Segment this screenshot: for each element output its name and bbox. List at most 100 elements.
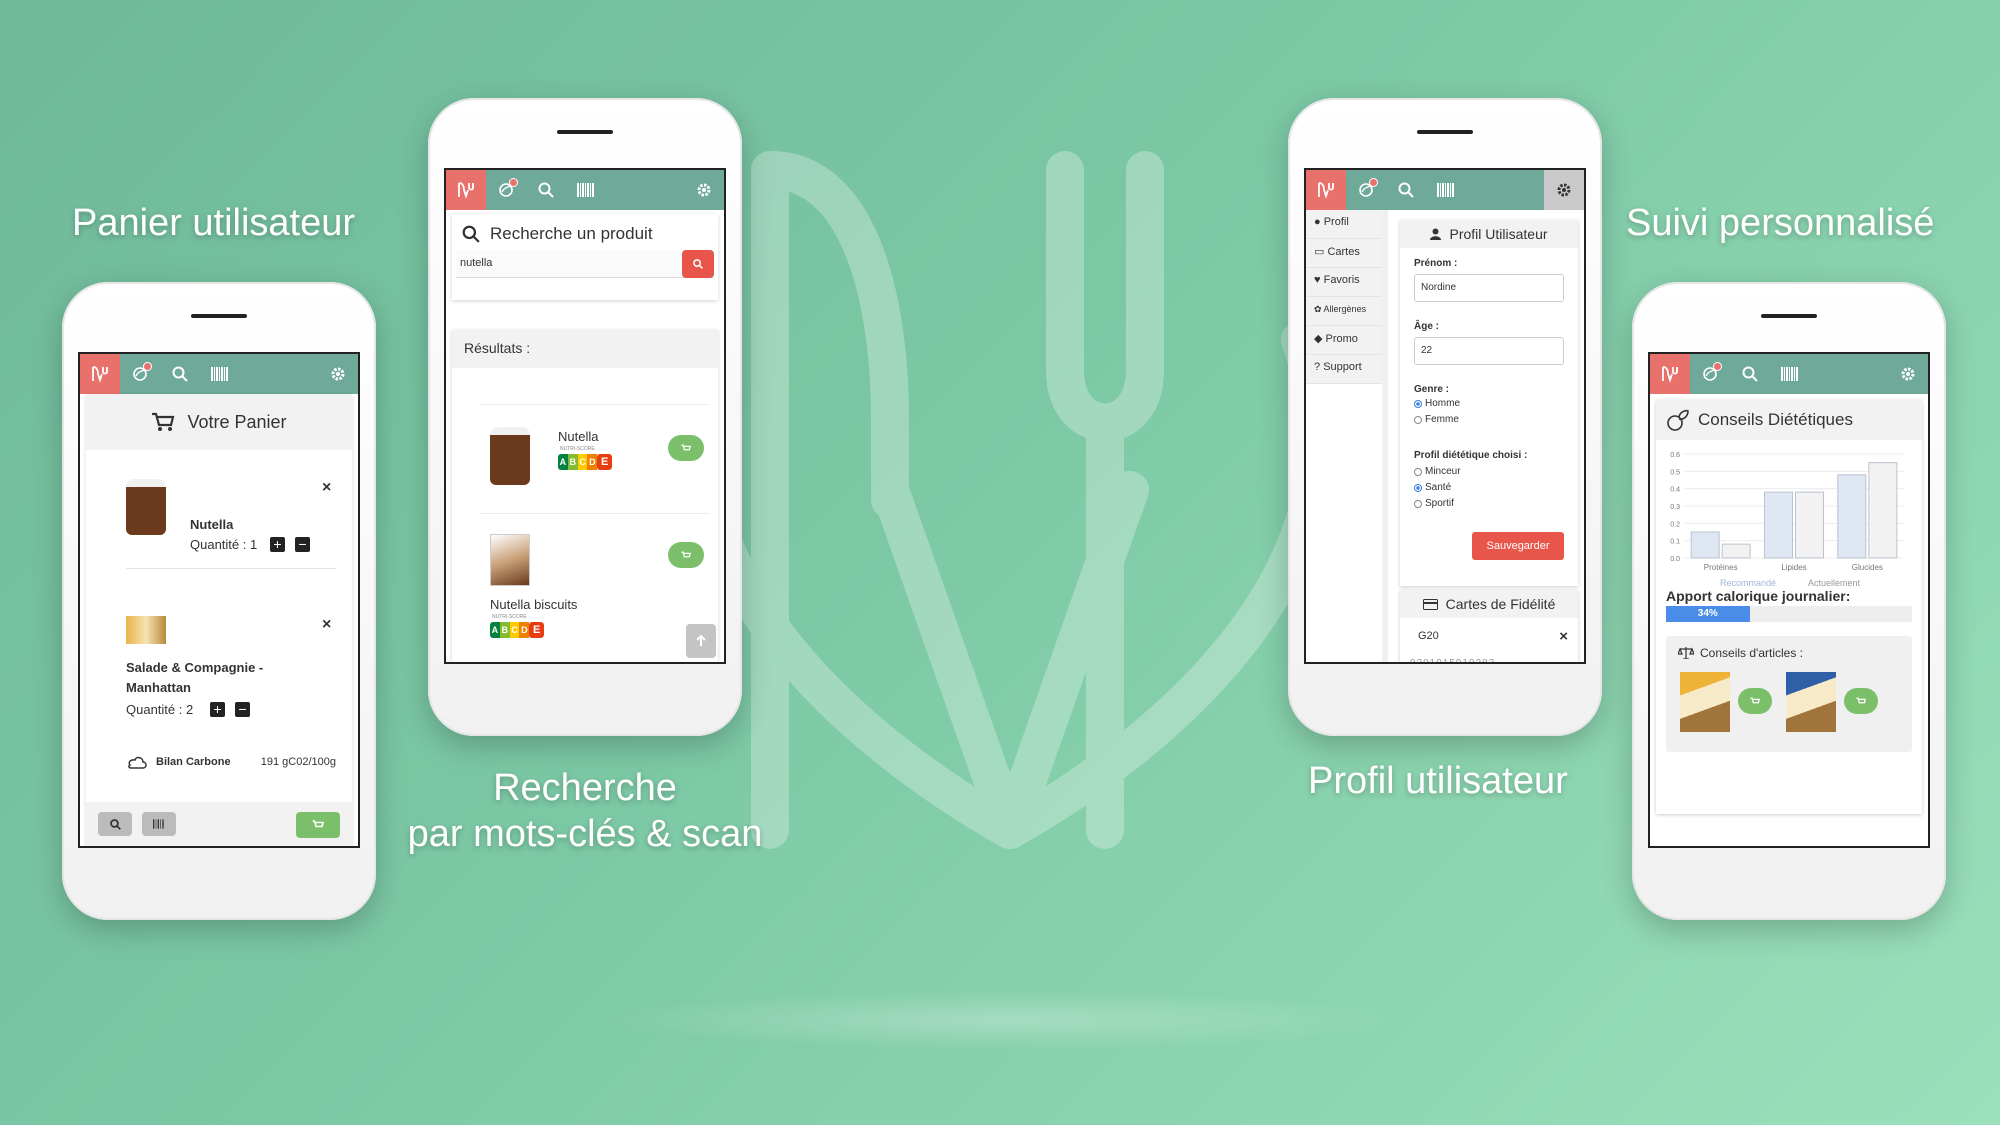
allergen-notifications[interactable] xyxy=(486,170,526,210)
cart-item: Nutella Quantité : 1 + − × xyxy=(126,479,336,569)
barcode-tab[interactable] xyxy=(1426,170,1466,210)
advised-product-image xyxy=(1786,672,1836,732)
settings-tab[interactable] xyxy=(1888,354,1928,394)
settings-side-menu: ● Profil ▭ Cartes ♥ Favoris ✿ Allergènes… xyxy=(1306,210,1388,662)
product-image-nutella xyxy=(126,479,166,535)
save-button[interactable]: Sauvegarder xyxy=(1472,532,1564,560)
legend-entry: Actuellement xyxy=(1808,578,1861,586)
cart-header: Votre Panier xyxy=(86,394,352,450)
arrow-up-icon xyxy=(696,635,706,646)
profile-form-header: Profil Utilisateur xyxy=(1400,220,1578,248)
settings-tab[interactable] xyxy=(684,170,724,210)
card-number: 9201015919382 xyxy=(1410,658,1496,664)
cart-title: Votre Panier xyxy=(187,411,287,432)
scroll-to-top-button[interactable] xyxy=(686,624,716,658)
app-logo-tab[interactable] xyxy=(1650,354,1690,394)
results-header: Résultats : xyxy=(452,330,718,368)
notification-badge xyxy=(1713,362,1722,371)
checkout-cart-button[interactable] xyxy=(296,812,340,838)
remove-item-button[interactable]: × xyxy=(322,479,331,497)
notification-badge xyxy=(143,362,152,371)
gear-icon xyxy=(331,367,345,381)
screen-panier: Votre Panier Nutella Quantité : 1 + − × … xyxy=(78,352,360,848)
menu-item-favoris[interactable]: ♥ Favoris xyxy=(1306,268,1382,297)
app-logo-tab[interactable] xyxy=(80,354,120,394)
article-advice-box: Conseils d'articles : xyxy=(1666,636,1912,752)
age-field[interactable]: 22 xyxy=(1414,337,1564,365)
menu-item-profil[interactable]: ● Profil xyxy=(1306,210,1382,239)
result-item[interactable]: Nutella biscuits NUTRI-SCORE ABCDE xyxy=(480,514,710,644)
phone-speaker xyxy=(557,130,613,134)
diet-option-sportif[interactable]: Sportif xyxy=(1414,498,1454,509)
scan-button[interactable] xyxy=(142,812,176,836)
app-logo-tab[interactable] xyxy=(1306,170,1346,210)
bottom-action-bar xyxy=(86,802,352,846)
search-input[interactable]: nutella xyxy=(456,250,714,278)
barcode-icon xyxy=(153,819,164,829)
radio-icon xyxy=(1414,415,1422,424)
add-to-cart-button[interactable] xyxy=(668,542,704,568)
search-tab[interactable] xyxy=(1730,354,1770,394)
app-logo-icon xyxy=(458,182,474,199)
search-tab[interactable] xyxy=(526,170,566,210)
menu-item-support[interactable]: ? Support xyxy=(1306,355,1382,384)
barcode-icon xyxy=(1781,367,1798,381)
carbon-value: 191 gC02/100g xyxy=(260,756,336,768)
bar xyxy=(1837,474,1867,559)
allergen-notifications[interactable] xyxy=(120,354,160,394)
diet-label: Profil diététique choisi : xyxy=(1414,450,1528,461)
menu-item-promo[interactable]: ◆ Promo xyxy=(1306,326,1382,355)
menu-item-allergenes[interactable]: ✿ Allergènes xyxy=(1306,297,1382,326)
search-submit-button[interactable] xyxy=(682,250,714,278)
cart-icon xyxy=(312,820,324,828)
genre-option-homme[interactable]: Homme xyxy=(1414,398,1460,409)
add-to-cart-button[interactable] xyxy=(1738,688,1772,714)
diet-option-minceur[interactable]: Minceur xyxy=(1414,466,1461,477)
prenom-field[interactable]: Nordine xyxy=(1414,274,1564,302)
decrease-quantity-button[interactable]: − xyxy=(235,702,250,717)
genre-option-femme[interactable]: Femme xyxy=(1414,414,1459,425)
remove-item-button[interactable]: × xyxy=(322,616,331,634)
product-image-nutella-biscuits xyxy=(490,534,530,586)
settings-tab[interactable] xyxy=(318,354,358,394)
screen-profil: ● Profil ▭ Cartes ♥ Favoris ✿ Allergènes… xyxy=(1304,168,1586,664)
add-to-cart-button[interactable] xyxy=(668,435,704,461)
y-tick-label: 0.0 xyxy=(1670,556,1680,563)
menu-item-cartes[interactable]: ▭ Cartes xyxy=(1306,239,1382,268)
notification-badge xyxy=(1369,178,1378,187)
advised-product-image xyxy=(1680,672,1730,732)
barcode-tab[interactable] xyxy=(200,354,240,394)
nutri-caption: NUTRI-SCORE xyxy=(492,614,527,620)
barcode-tab[interactable] xyxy=(566,170,606,210)
search-panel: Recherche un produit nutella xyxy=(452,214,718,300)
age-label: Âge : xyxy=(1414,321,1439,332)
barcode-tab[interactable] xyxy=(1770,354,1810,394)
search-icon xyxy=(693,259,703,269)
diet-option-sante[interactable]: Santé xyxy=(1414,482,1451,493)
result-item[interactable]: Nutella NUTRI-SCORE ABCDE xyxy=(480,404,710,514)
caption-recherche: Recherche par mots-clés & scan xyxy=(400,765,770,857)
carbon-label: Bilan Carbone xyxy=(156,756,231,768)
allergen-notifications[interactable] xyxy=(1690,354,1730,394)
radio-icon xyxy=(1414,499,1422,508)
cart-panel: Votre Panier Nutella Quantité : 1 + − × … xyxy=(86,394,352,846)
allergen-notifications[interactable] xyxy=(1346,170,1386,210)
search-icon xyxy=(1398,182,1414,198)
phone-suivi: Conseils Diététiques 0.6 0.5 0.4 0.3 0.2 0.1 0… xyxy=(1632,282,1946,920)
bar xyxy=(1721,543,1751,559)
top-navbar xyxy=(446,170,724,210)
app-logo-tab[interactable] xyxy=(446,170,486,210)
search-tab[interactable] xyxy=(160,354,200,394)
add-to-cart-button[interactable] xyxy=(1844,688,1878,714)
increase-quantity-button[interactable]: + xyxy=(210,702,225,717)
settings-tab-active[interactable] xyxy=(1544,170,1584,210)
screen-suivi: Conseils Diététiques 0.6 0.5 0.4 0.3 0.2 0.1 0… xyxy=(1648,352,1930,848)
increase-quantity-button[interactable]: + xyxy=(270,537,285,552)
y-tick-label: 0.1 xyxy=(1670,539,1680,546)
decrease-quantity-button[interactable]: − xyxy=(295,537,310,552)
remove-card-button[interactable]: × xyxy=(1559,628,1568,645)
search-tab[interactable] xyxy=(1386,170,1426,210)
search-button[interactable] xyxy=(98,812,132,836)
product-image-salade xyxy=(126,616,166,644)
search-title: Recherche un produit xyxy=(490,224,653,243)
